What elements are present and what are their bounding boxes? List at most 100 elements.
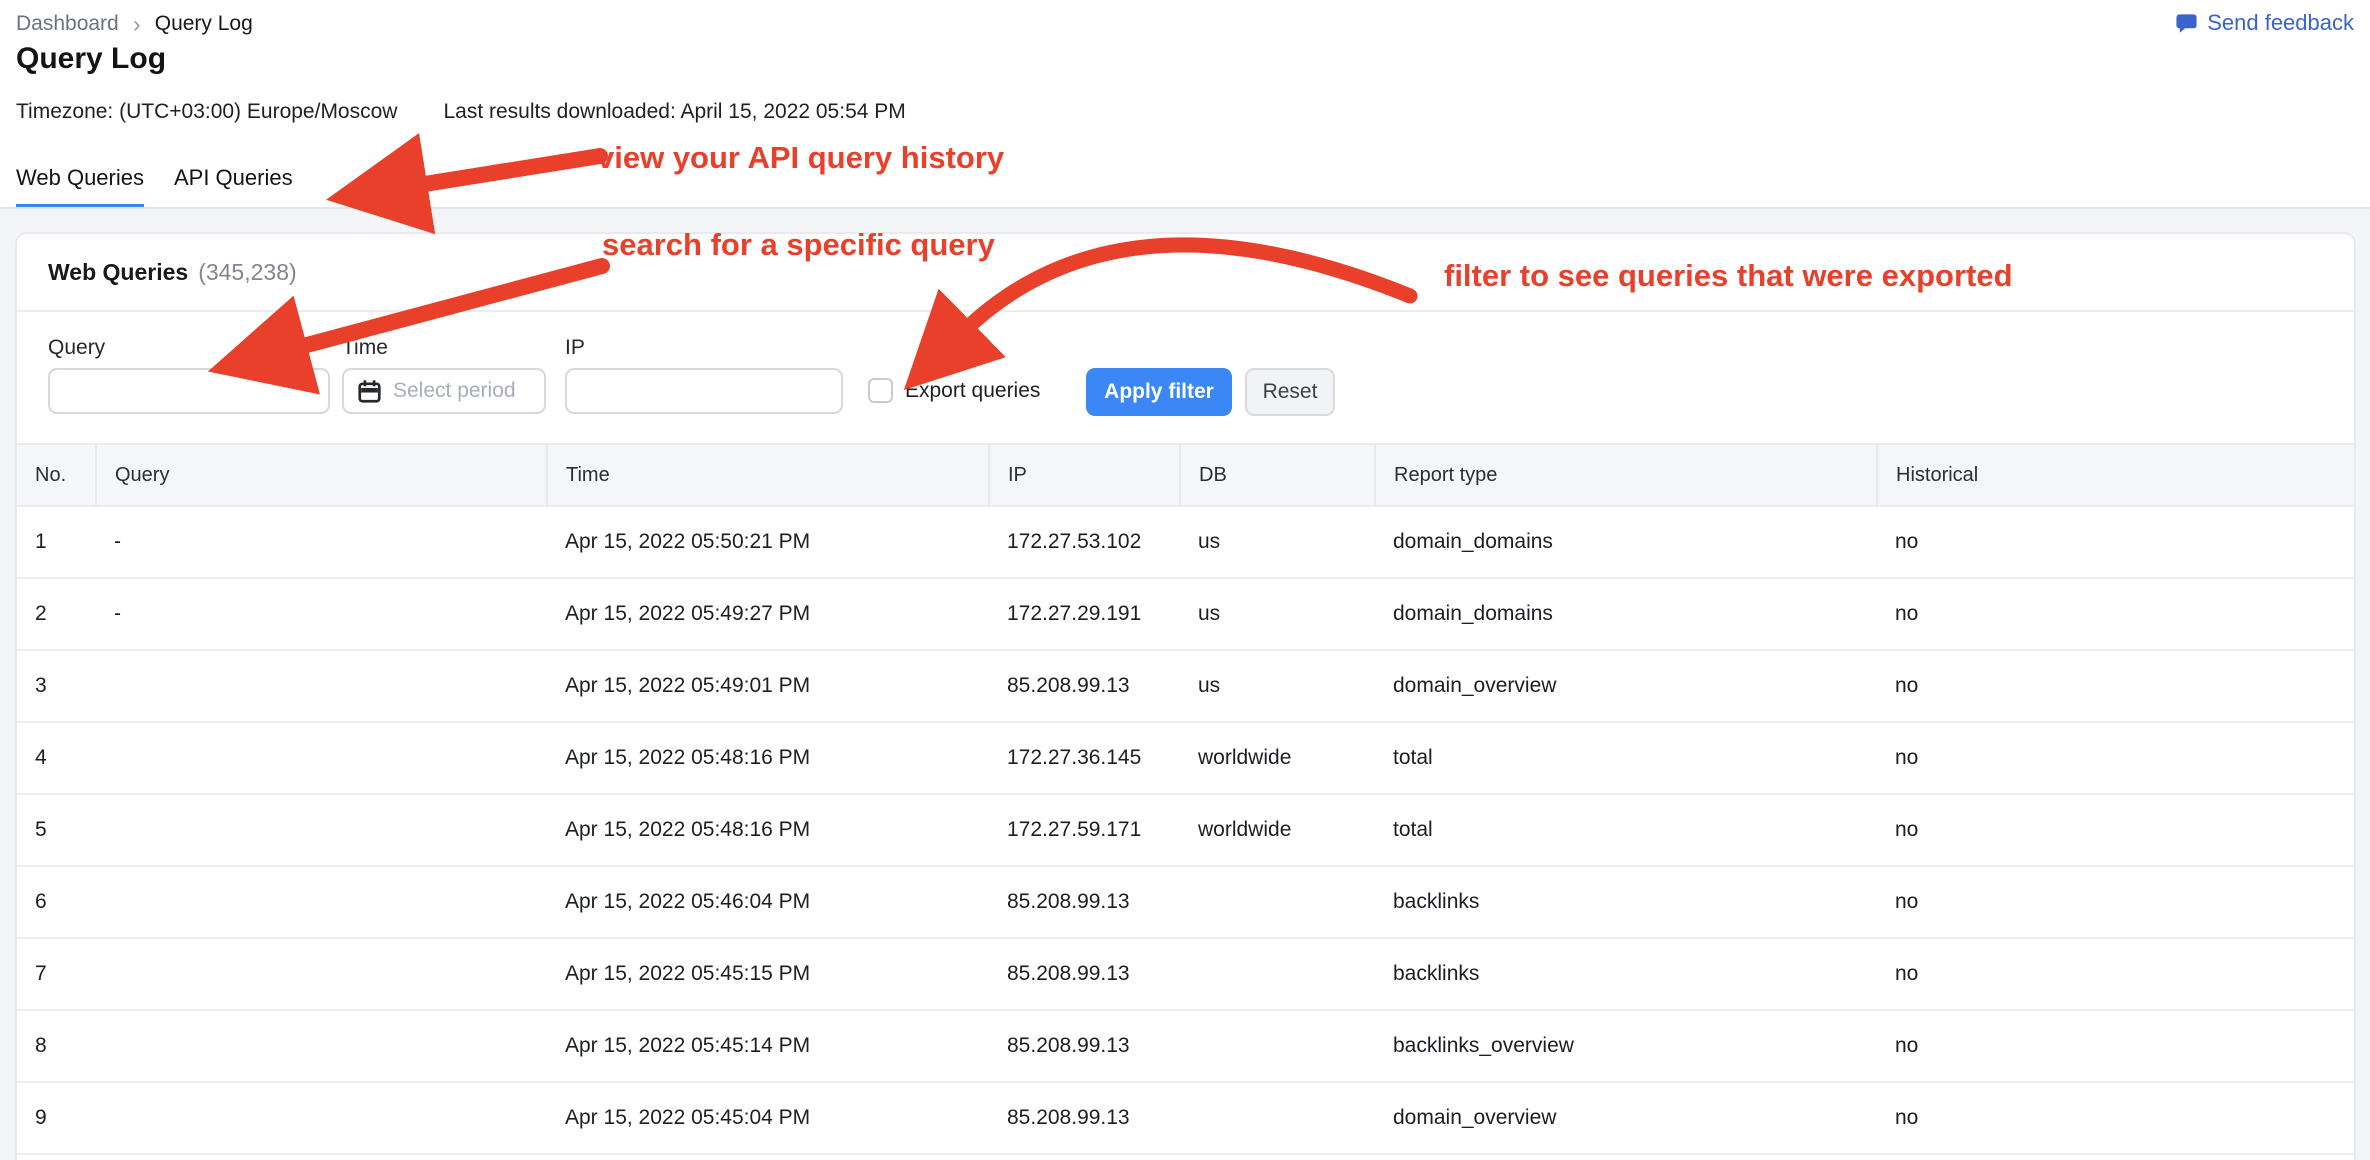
ip-filter-input[interactable] xyxy=(565,368,843,414)
select-period-button[interactable]: Select period xyxy=(342,368,546,414)
table-cell: Apr 15, 2022 05:49:27 PM xyxy=(547,578,989,650)
table-cell: us xyxy=(1180,506,1375,578)
table-cell xyxy=(96,794,547,866)
apply-filter-button[interactable]: Apply filter xyxy=(1086,368,1232,416)
arrow-to-api-tab xyxy=(412,156,600,186)
table-cell: no xyxy=(1877,1082,2354,1154)
table-cell xyxy=(96,866,547,938)
table-cell: Apr 15, 2022 05:45:04 PM xyxy=(547,1082,989,1154)
time-filter-label: Time xyxy=(342,336,388,360)
table-cell: 85.208.99.13 xyxy=(989,866,1180,938)
table-cell xyxy=(1180,866,1375,938)
annotation-api-history: view your API query history xyxy=(597,140,1004,176)
table-cell: no xyxy=(1877,866,2354,938)
table-cell: no xyxy=(1877,938,2354,1010)
column-header: No. xyxy=(17,444,96,506)
send-feedback-label: Send feedback xyxy=(2207,10,2354,36)
table-cell: 8 xyxy=(17,1010,96,1082)
table-row: 1-Apr 15, 2022 05:50:21 PM172.27.53.102u… xyxy=(17,506,2354,578)
table-cell: no xyxy=(1877,722,2354,794)
query-filter-input[interactable] xyxy=(48,368,330,414)
table-cell: 1 xyxy=(17,506,96,578)
table-cell: 9 xyxy=(17,1082,96,1154)
table-cell: Apr 15, 2022 05:48:16 PM xyxy=(547,794,989,866)
page-title: Query Log xyxy=(16,42,166,76)
table-cell: 172.27.53.102 xyxy=(989,506,1180,578)
table-cell: no xyxy=(1877,1010,2354,1082)
table-cell xyxy=(96,722,547,794)
query-table-body: 1-Apr 15, 2022 05:50:21 PM172.27.53.102u… xyxy=(17,506,2354,1154)
table-row: 3Apr 15, 2022 05:49:01 PM85.208.99.13usd… xyxy=(17,650,2354,722)
ip-filter-label: IP xyxy=(565,336,585,360)
tab-web-queries[interactable]: Web Queries xyxy=(16,165,144,208)
send-feedback-link[interactable]: Send feedback xyxy=(2175,10,2354,36)
select-period-placeholder: Select period xyxy=(393,379,516,403)
table-cell: 85.208.99.13 xyxy=(989,1010,1180,1082)
table-cell: no xyxy=(1877,578,2354,650)
table-cell: no xyxy=(1877,506,2354,578)
table-row: 8Apr 15, 2022 05:45:14 PM85.208.99.13bac… xyxy=(17,1010,2354,1082)
table-cell xyxy=(96,1010,547,1082)
card-title: Web Queries xyxy=(48,259,188,286)
table-row: 5 Apr 15, 2022 05:48:16 PM172.27.59.171wo… xyxy=(17,794,2354,866)
annotation-export-filter: filter to see queries that were exported xyxy=(1444,258,2013,294)
table-cell: 172.27.36.145 xyxy=(989,722,1180,794)
table-cell: worldwide xyxy=(1180,794,1375,866)
table-cell xyxy=(96,1082,547,1154)
column-header: Time xyxy=(547,444,989,506)
query-log-table: No.QueryTimeIPDBReport typeHistorical 1-… xyxy=(17,443,2354,1155)
export-queries-label[interactable]: Export queries xyxy=(905,379,1040,403)
column-header: Report type xyxy=(1375,444,1877,506)
table-cell: backlinks xyxy=(1375,938,1877,1010)
calendar-icon xyxy=(356,378,383,405)
table-header-row: No.QueryTimeIPDBReport typeHistorical xyxy=(17,444,2354,506)
table-cell: Apr 15, 2022 05:45:15 PM xyxy=(547,938,989,1010)
column-header: IP xyxy=(989,444,1180,506)
speech-bubble-icon xyxy=(2175,12,2198,35)
export-queries-checkbox[interactable] xyxy=(868,378,893,403)
meta-row: Timezone: (UTC+03:00) Europe/Moscow Last… xyxy=(16,100,906,124)
table-cell xyxy=(1180,1010,1375,1082)
table-cell xyxy=(96,650,547,722)
table-row: 4Apr 15, 2022 05:48:16 PM172.27.36.145wo… xyxy=(17,722,2354,794)
table-row: 2-Apr 15, 2022 05:49:27 PM172.27.29.191u… xyxy=(17,578,2354,650)
table-cell xyxy=(96,938,547,1010)
table-cell: 3 xyxy=(17,650,96,722)
last-results-text: Last results downloaded: April 15, 2022 … xyxy=(443,100,905,124)
timezone-text: Timezone: (UTC+03:00) Europe/Moscow xyxy=(16,100,397,124)
reset-button[interactable]: Reset xyxy=(1245,368,1335,416)
table-cell: 172.27.59.171 xyxy=(989,794,1180,866)
table-cell: backlinks_overview xyxy=(1375,1010,1877,1082)
breadcrumb-dashboard[interactable]: Dashboard xyxy=(16,12,119,36)
table-cell: 85.208.99.13 xyxy=(989,650,1180,722)
breadcrumb-current: Query Log xyxy=(155,12,253,36)
table-cell: no xyxy=(1877,650,2354,722)
table-cell: Apr 15, 2022 05:46:04 PM xyxy=(547,866,989,938)
web-queries-card: Web Queries (345,238) Query Time IP Sele… xyxy=(15,232,2356,1160)
table-cell: no xyxy=(1877,794,2354,866)
tab-bar: Web Queries API Queries xyxy=(16,165,293,208)
table-cell: 4 xyxy=(17,722,96,794)
table-row: 7Apr 15, 2022 05:45:15 PM85.208.99.13bac… xyxy=(17,938,2354,1010)
table-cell: Apr 15, 2022 05:48:16 PM xyxy=(547,722,989,794)
table-cell: 85.208.99.13 xyxy=(989,938,1180,1010)
column-header: DB xyxy=(1180,444,1375,506)
table-cell: Apr 15, 2022 05:50:21 PM xyxy=(547,506,989,578)
chevron-right-icon: › xyxy=(133,14,141,35)
card-count: (345,238) xyxy=(198,259,296,286)
table-cell: domain_overview xyxy=(1375,650,1877,722)
tab-api-queries[interactable]: API Queries xyxy=(174,165,293,208)
table-cell: - xyxy=(96,578,547,650)
table-row: 6Apr 15, 2022 05:46:04 PM85.208.99.13bac… xyxy=(17,866,2354,938)
query-log-page: Dashboard › Query Log Send feedback Quer… xyxy=(0,0,2370,1160)
table-cell: domain_domains xyxy=(1375,506,1877,578)
table-cell: total xyxy=(1375,794,1877,866)
table-cell xyxy=(1180,1082,1375,1154)
table-cell: - xyxy=(96,506,547,578)
column-header: Historical xyxy=(1877,444,2354,506)
table-cell: total xyxy=(1375,722,1877,794)
table-cell: us xyxy=(1180,578,1375,650)
table-cell xyxy=(1180,938,1375,1010)
table-cell: 5 xyxy=(17,794,96,866)
table-row: 9Apr 15, 2022 05:45:04 PM85.208.99.13dom… xyxy=(17,1082,2354,1154)
